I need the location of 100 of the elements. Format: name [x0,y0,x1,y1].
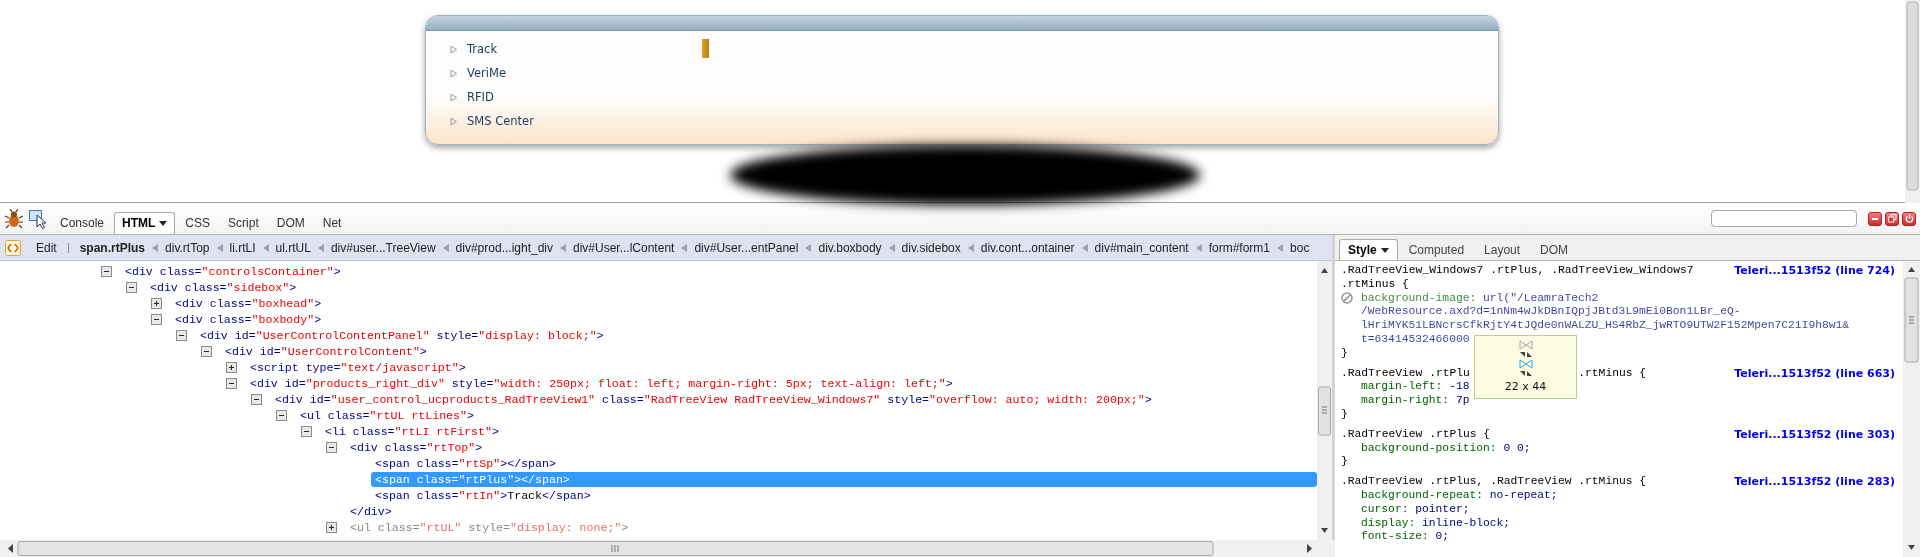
source-link[interactable]: Teleri...1513f52 (line 303) [1734,427,1895,441]
breadcrumb[interactable]: div.boxbody [816,240,884,255]
markup-line[interactable]: <div class="boxbody"> [171,311,326,327]
markup-line[interactable]: <div id="products_right_div" style="width: 250px; float: left; margin-right: 5px; text-align: left;"> [246,375,957,391]
source-link[interactable]: Teleri...1513f52 (line 663) [1734,366,1895,380]
css-declaration[interactable]: background-position: 0 0; [1361,441,1531,456]
panel-tab[interactable]: CSS [177,212,219,234]
power-icon [1904,214,1914,223]
markup-line[interactable]: </div> [346,503,396,519]
tree-item[interactable]: SMS Center [467,114,534,128]
css-selector: .RadTreeView_Windows7 .rtPlus, .RadTreeView_Windows7 [1341,264,1694,276]
panel-tab[interactable]: HTML [114,212,176,234]
collapse-toggle-icon[interactable] [101,265,112,277]
breadcrumb[interactable]: div#main_content [1092,240,1191,255]
vertical-scrollbar[interactable] [1317,261,1332,540]
breadcrumb[interactable]: ul.rtUL [273,240,313,255]
separator-icon [152,243,159,252]
breadcrumb[interactable]: form#form1 [1206,240,1273,255]
css-selector: .RadTreeView .rtPlu [1341,366,1470,379]
panel-tab[interactable]: Style [1339,239,1398,260]
panel-tab[interactable]: Script [220,212,267,234]
breadcrumb[interactable]: div#user...TreeView [328,240,438,255]
css-declaration[interactable]: margin-right: 7p [1361,394,1470,408]
panel-tab[interactable]: DOM [268,212,313,234]
separator-icon [560,243,566,252]
collapse-toggle-icon[interactable] [126,281,137,293]
edit-button[interactable]: Edit [34,240,59,255]
bug-icon[interactable] [4,208,24,229]
closing-brace: } [1341,346,1348,359]
css-declaration[interactable]: cursor: pointer; [1361,502,1470,517]
panel-tab[interactable]: Console [52,212,113,234]
css-declaration[interactable]: margin-left: -18 [1361,380,1470,395]
collapse-toggle-icon[interactable] [301,425,312,437]
markup-line[interactable]: <div class="controlsContainer"> [121,263,345,279]
separator-icon [1081,243,1088,252]
separator-icon [1277,243,1284,252]
code-toggle-icon[interactable] [5,239,21,256]
breadcrumb[interactable]: li.rtLI [227,240,258,255]
collapse-toggle-icon[interactable] [226,377,237,389]
separator-icon [967,243,974,252]
inspect-icon[interactable] [28,208,48,229]
horizontal-scrollbar[interactable] [0,540,1335,557]
panel-tab[interactable]: Computed [1399,239,1474,260]
separator-icon [681,243,688,252]
markup-line[interactable]: <li class="rtLI rtFirst"> [321,423,503,439]
tree-item[interactable]: VeriMe [467,66,506,80]
breadcrumb[interactable]: div#prod...ight_div [453,240,555,255]
breadcrumb[interactable]: div#User...lContent [571,240,677,255]
search-field[interactable] [1711,210,1857,227]
closing-brace: } [1341,407,1348,420]
css-declaration[interactable]: background-repeat: no-repeat; [1361,488,1558,503]
markup-line[interactable]: <div id="user_control_ucproducts_RadTreeView1" class="RadTreeView RadTreeView_Windows7" style="overflow: auto; width: 200px;"> [271,391,1156,407]
markup-line[interactable]: <div class="boxhead"> [171,295,326,311]
windows-icon [1887,214,1897,223]
collapse-toggle-icon[interactable] [151,313,162,325]
markup-line[interactable]: <span class="rtSp"></span> [371,455,560,471]
minimize-button[interactable] [1868,211,1882,226]
markup-line[interactable]: <div id="UserControlContent"> [221,343,431,359]
expand-toggle-icon[interactable] [326,521,337,533]
source-link[interactable]: Teleri...1513f52 (line 724) [1734,264,1895,277]
css-declaration[interactable]: font-size: 0; [1361,530,1450,545]
markup-line[interactable]: <ul class="rtUL" style="display: none;"> [346,519,633,535]
vertical-scrollbar[interactable] [1905,0,1920,203]
closing-brace: } [1341,455,1348,468]
markup-line[interactable]: <script type="text/javascript"> [246,359,470,375]
collapse-toggle-icon[interactable] [276,409,287,421]
tree-item[interactable]: RFID [467,90,494,104]
css-selector: .RadTreeView .rtPlus, .RadTreeView .rtMinus { [1341,475,1647,488]
expand-toggle-icon[interactable] [151,297,162,309]
breadcrumb[interactable]: div.cont...ontainer [978,240,1077,255]
panel-tab[interactable]: DOM [1531,239,1578,260]
panel-tab[interactable]: Layout [1475,239,1530,260]
separator-icon [805,243,812,252]
tree-item[interactable]: Track [467,42,498,56]
markup-line[interactable]: <div class="sidebox"> [146,279,301,295]
breadcrumb[interactable]: boc [1288,240,1312,255]
breadcrumb[interactable]: div.rtTop [163,240,212,255]
image-size: 22 x 44 [1504,380,1547,393]
markup-line[interactable]: <span class="rtIn">Track</span> [371,487,595,503]
detach-button[interactable] [1885,211,1899,226]
breadcrumb[interactable]: div#User...entPanel [692,240,801,255]
css-declaration[interactable]: display: inline-block; [1361,516,1511,531]
expand-toggle-icon[interactable] [226,361,237,373]
panel-tab[interactable]: Net [314,212,350,234]
collapse-toggle-icon[interactable] [251,393,262,405]
css-selector: .RadTreeView .rtPlus { [1341,427,1491,440]
separator-icon [1195,243,1202,252]
collapse-toggle-icon[interactable] [326,441,337,453]
breadcrumb[interactable]: span.rtPlus [77,240,148,255]
breadcrumb[interactable]: div.sidebox [899,240,963,255]
vertical-scrollbar[interactable] [1903,261,1920,557]
separator-icon [317,243,324,252]
source-link[interactable]: Teleri...1513f52 (line 283) [1734,475,1895,489]
collapse-toggle-icon[interactable] [176,329,187,341]
close-button[interactable] [1902,211,1916,226]
separator-icon [888,243,895,252]
markup-line[interactable]: <div id="UserControlContentPanel" style="display: block;"> [196,327,608,343]
markup-line[interactable]: <div class="rtTop"> [346,439,487,455]
markup-line[interactable]: <ul class="rtUL rtLines"> [296,407,478,423]
collapse-toggle-icon[interactable] [201,345,212,357]
